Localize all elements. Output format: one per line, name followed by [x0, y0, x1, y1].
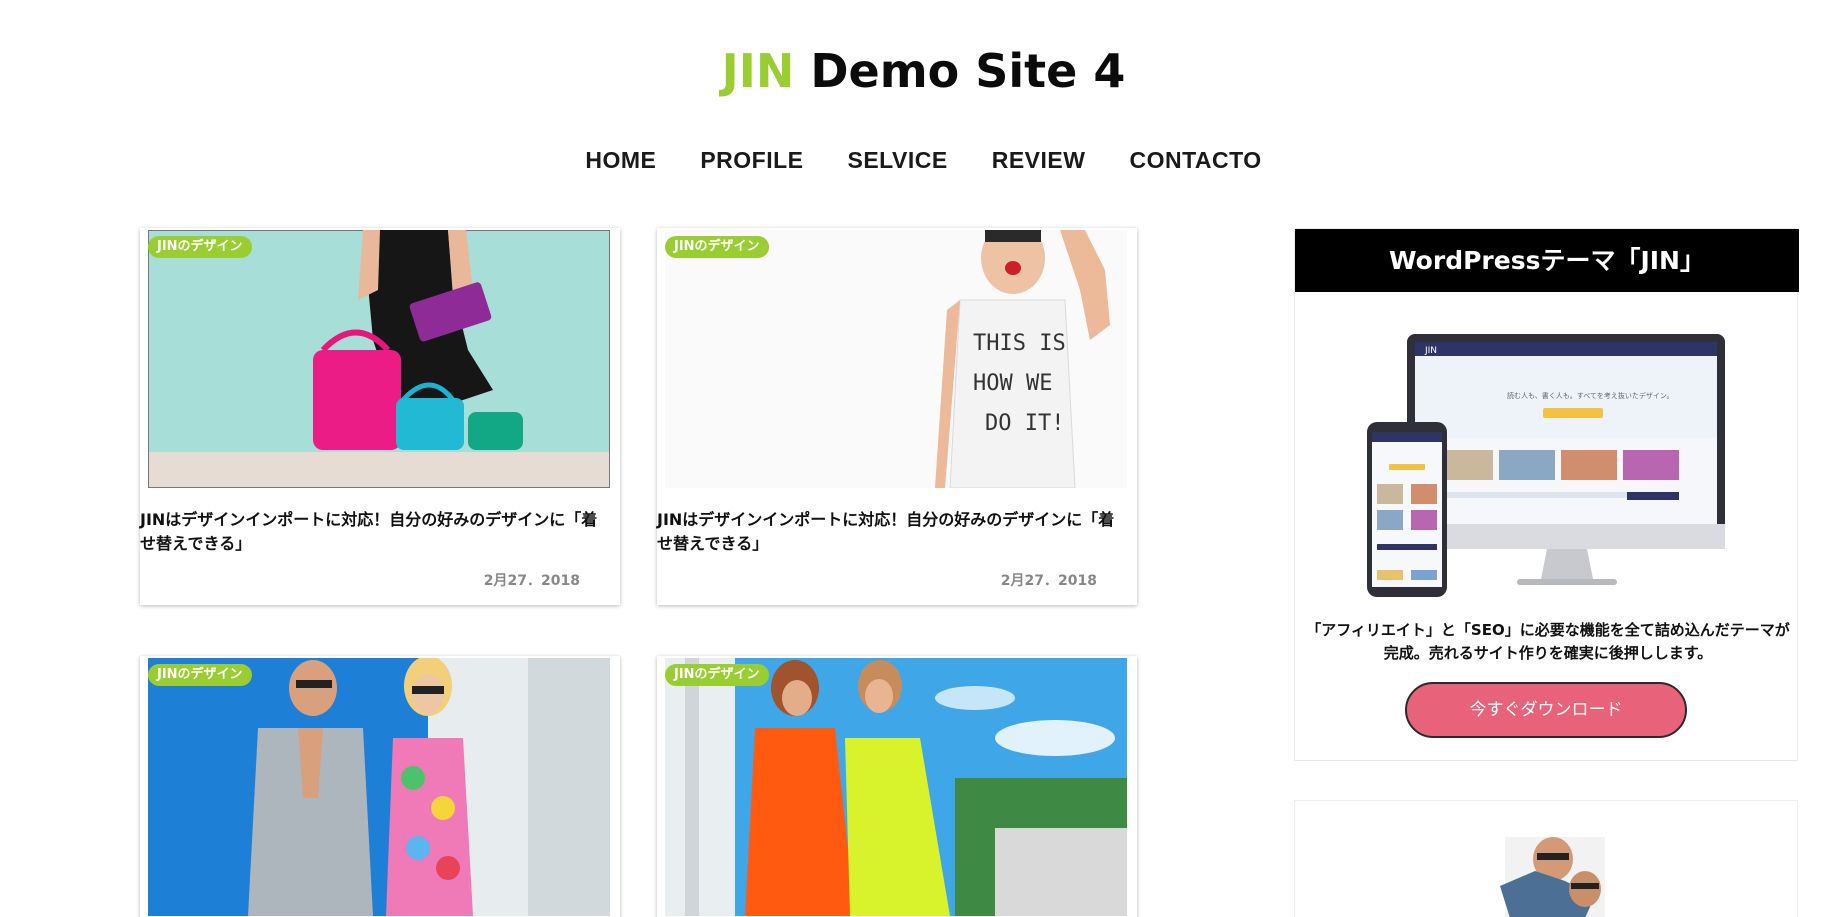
download-button[interactable]: 今すぐダウンロード: [1405, 682, 1687, 738]
nav-item-profile[interactable]: PROFILE: [678, 146, 825, 174]
post-title[interactable]: JINはデザインインポートに対応！自分の好みのデザインに「着せ替えできる」: [140, 508, 610, 556]
sidebar-description: 「アフィリエイト」と「SEO」に必要な機能を全て詰め込んだテーマが完成。売れるサ…: [1306, 621, 1790, 662]
mock-logo: JIN: [1424, 346, 1437, 356]
post-thumbnail-tshirt[interactable]: THIS IS HOW WE DO IT!: [665, 230, 1127, 488]
sidebar-heading: WordPressテーマ「JIN」: [1295, 229, 1799, 292]
post-date: 2月27．2018: [483, 573, 580, 589]
post-date: 2月27．2018: [1000, 573, 1097, 589]
site-title-accent: JIN: [721, 44, 795, 98]
category-badge[interactable]: JINのデザイン: [665, 664, 769, 686]
sidebar-promo-widget: WordPressテーマ「JIN」 JIN 読む人も、書く人も。すべてを考え抜い…: [1294, 228, 1799, 761]
post-thumbnail-couple[interactable]: [148, 658, 610, 916]
svg-text:DO IT!: DO IT!: [985, 411, 1064, 436]
svg-text:HOW WE: HOW WE: [973, 371, 1052, 396]
main-nav: HOME PROFILE SELVICE REVIEW CONTACTO: [0, 146, 1847, 174]
mock-tagline: 読む人も、書く人も。すべてを考え抜いたデザイン。: [1507, 391, 1673, 400]
post-thumbnail-handbags[interactable]: [148, 230, 610, 488]
post-card[interactable]: JINのデザイン JINはデザインインポートに対応！自分の好みのデザインに「着せ…: [140, 228, 620, 605]
theme-preview-image[interactable]: JIN 読む人も、書く人も。すべてを考え抜いたデザイン。: [1367, 334, 1727, 599]
nav-item-home[interactable]: HOME: [563, 146, 678, 174]
nav-item-review[interactable]: REVIEW: [970, 146, 1108, 174]
category-badge[interactable]: JINのデザイン: [148, 664, 252, 686]
category-badge[interactable]: JINのデザイン: [665, 236, 769, 258]
sidebar-widget-2: [1294, 800, 1798, 917]
post-thumbnail-summer[interactable]: [665, 658, 1127, 916]
post-title[interactable]: JINはデザインインポートに対応！自分の好みのデザインに「着せ替えできる」: [657, 508, 1127, 556]
nav-item-contact[interactable]: CONTACTO: [1107, 146, 1283, 174]
nav-item-service[interactable]: SELVICE: [826, 146, 970, 174]
post-card[interactable]: JINのデザイン: [657, 656, 1137, 917]
svg-text:THIS IS: THIS IS: [973, 331, 1066, 356]
post-card[interactable]: THIS IS HOW WE DO IT! JINのデザイン JINはデザインイ…: [657, 228, 1137, 605]
post-card[interactable]: JINのデザイン: [140, 656, 620, 917]
site-title[interactable]: JIN Demo Site 4: [0, 48, 1847, 94]
sidebar-widget-2-image[interactable]: [1295, 801, 1799, 917]
site-title-rest: Demo Site 4: [794, 44, 1126, 98]
category-badge[interactable]: JINのデザイン: [148, 236, 252, 258]
